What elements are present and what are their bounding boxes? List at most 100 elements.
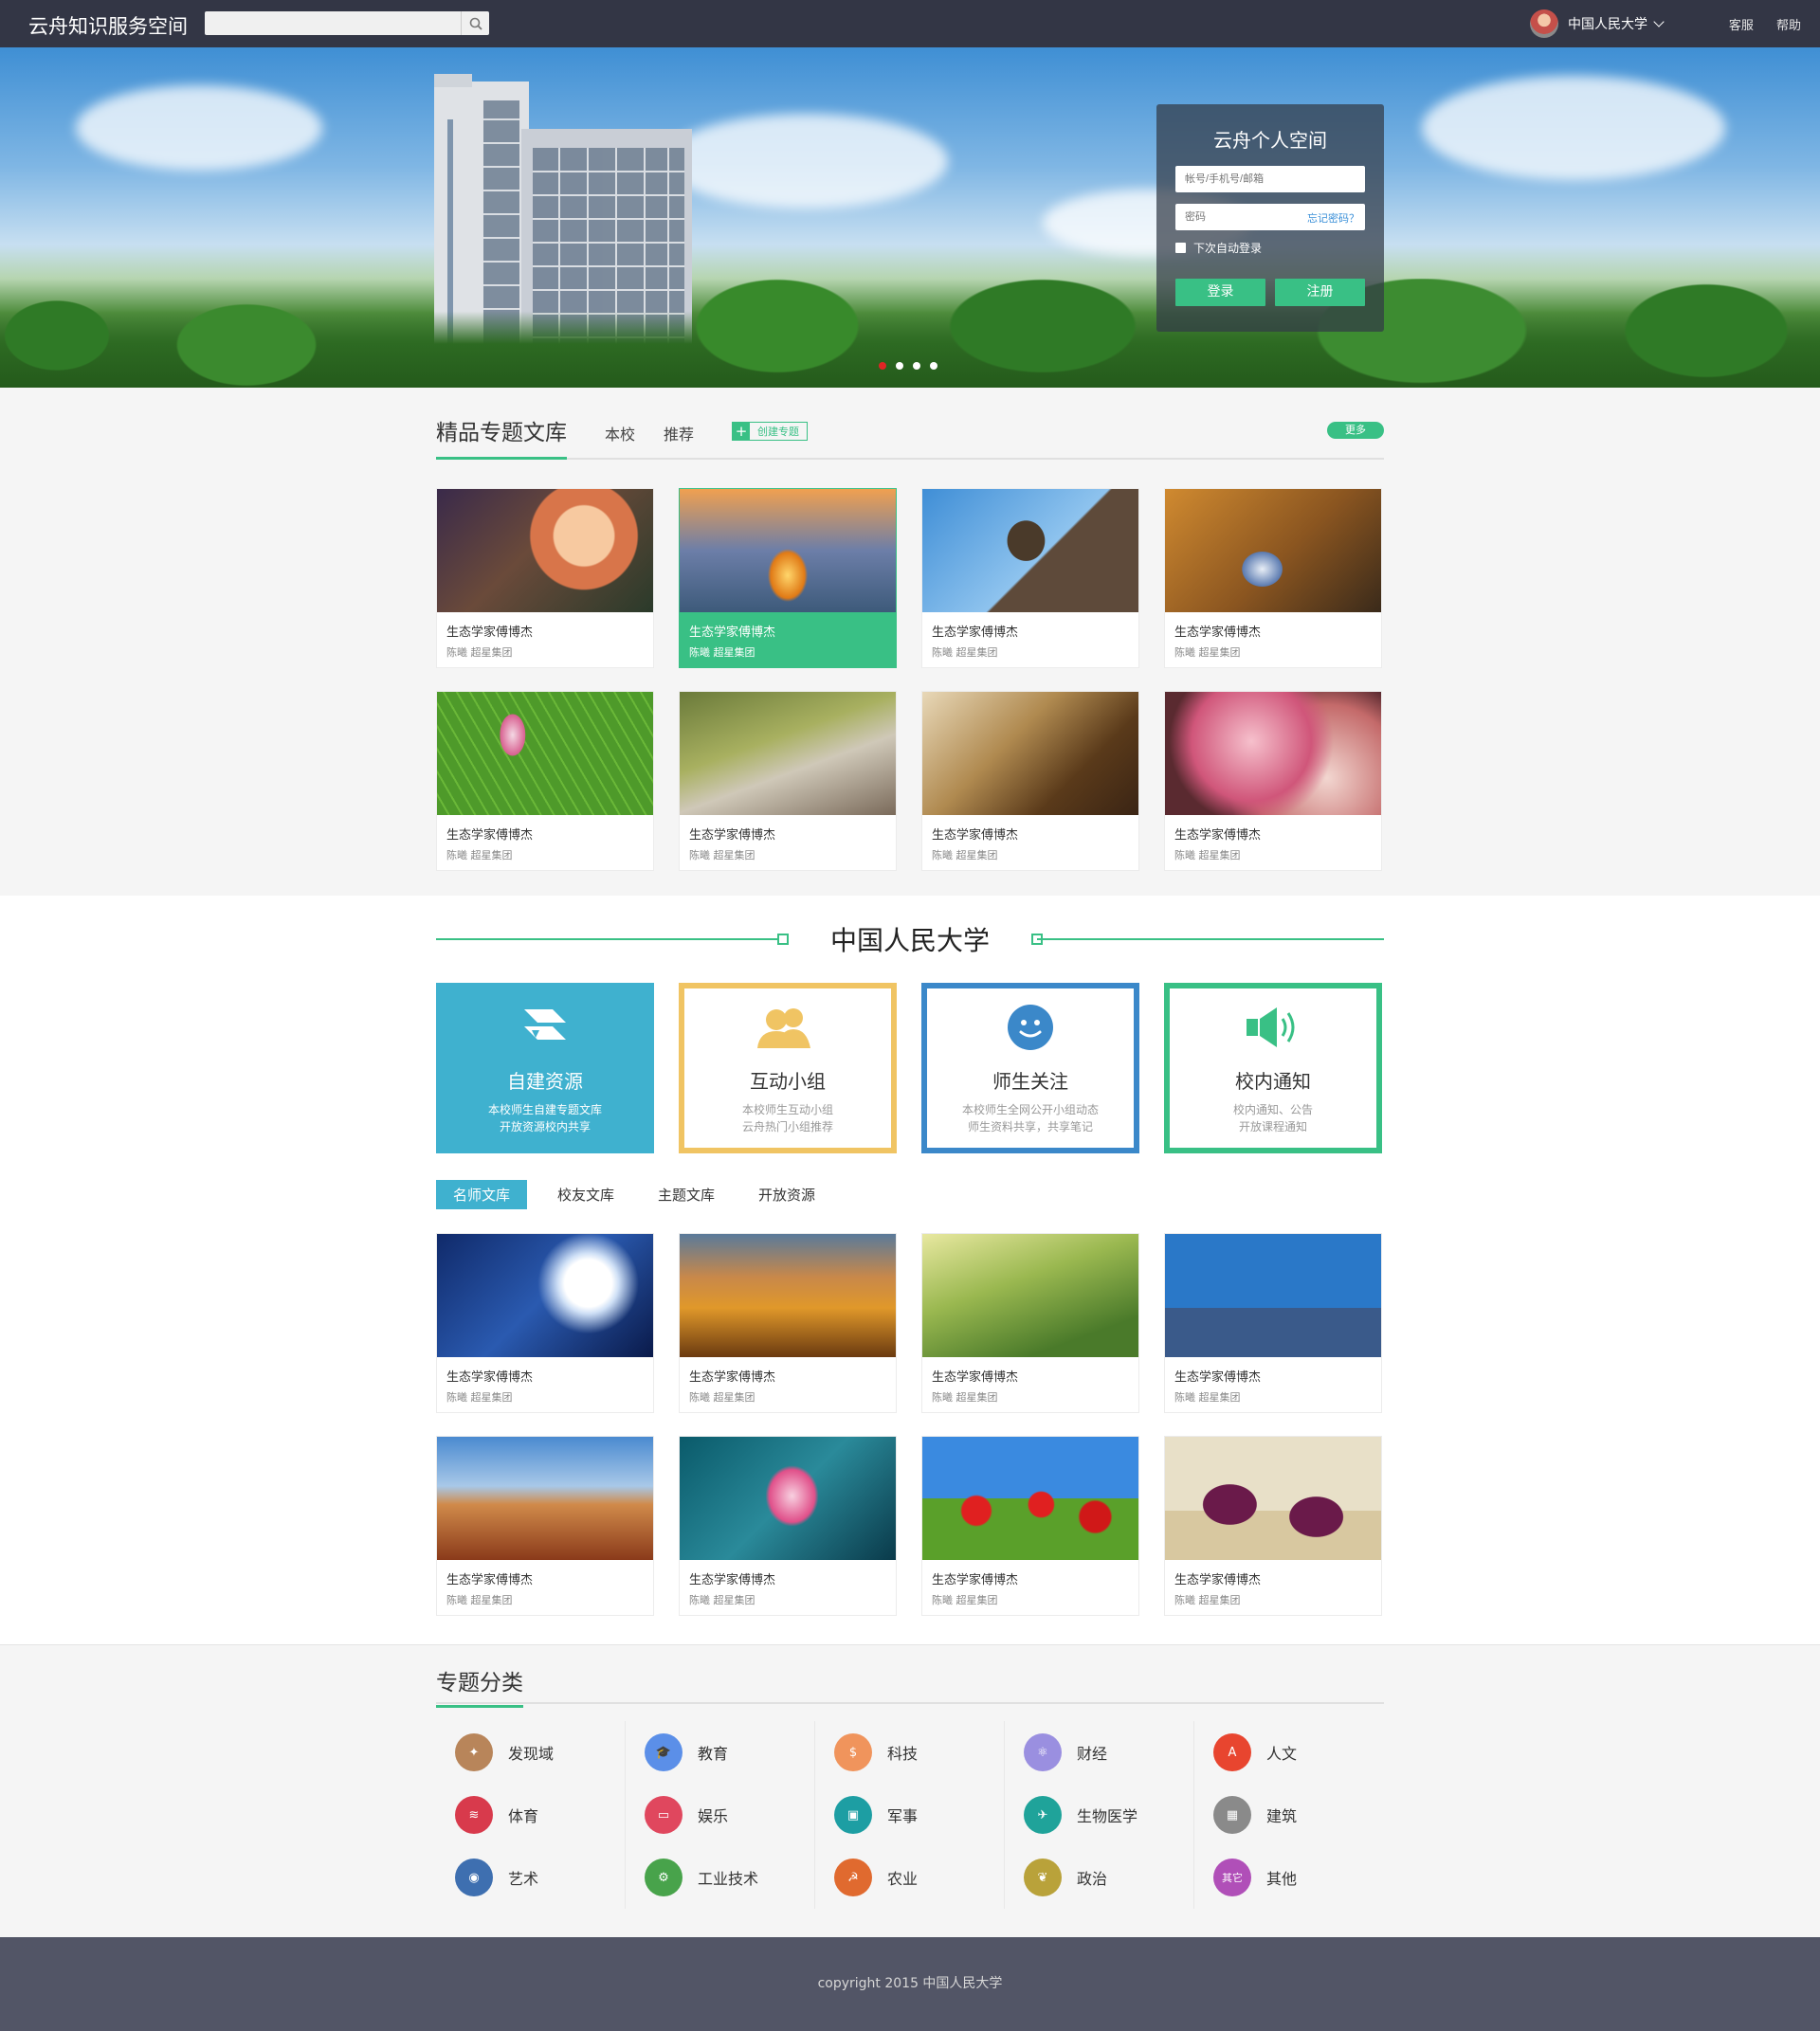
divider-line (436, 938, 783, 940)
category-item[interactable]: ❦ 政治 (1005, 1846, 1194, 1909)
topic-card[interactable]: 生态学家傅博杰 陈曦 超星集团 (436, 1233, 654, 1413)
feature-notices[interactable]: 校内通知 校内通知、公告 开放课程通知 (1164, 983, 1382, 1153)
feature-name: 互动小组 (750, 1070, 826, 1093)
topic-card[interactable]: 生态学家傅博杰 陈曦 超星集团 (1164, 691, 1382, 871)
section-header: 专题分类 (436, 1664, 1384, 1708)
people-icon (684, 1004, 891, 1051)
category-item[interactable]: A 人文 (1194, 1721, 1384, 1784)
category-item[interactable]: ☭ 农业 (815, 1846, 1005, 1909)
category-item[interactable]: ✦ 发现域 (436, 1721, 626, 1784)
category-label: 其他 (1266, 1870, 1298, 1888)
feature-self-resources[interactable]: 自建资源 本校师生自建专题文库 开放资源校内共享 (436, 983, 654, 1153)
create-topic-button[interactable]: + 创建专题 (732, 422, 809, 441)
account-input[interactable] (1175, 166, 1365, 192)
cloud (76, 85, 322, 171)
card-subtitle: 陈曦 超星集团 (1174, 849, 1241, 861)
topic-card[interactable]: 生态学家傅博杰 陈曦 超星集团 (679, 1436, 897, 1616)
carousel-dot[interactable] (879, 362, 886, 370)
card-title: 生态学家傅博杰 (932, 1573, 1019, 1587)
category-item[interactable]: ⚛ 财经 (1005, 1721, 1194, 1784)
category-label: 体育 (508, 1807, 539, 1825)
school-name[interactable]: 中国人民大学 (1568, 14, 1647, 33)
search-button[interactable] (461, 11, 489, 35)
topic-card[interactable]: 生态学家傅博杰 陈曦 超星集团 (436, 1436, 654, 1616)
divider-square (777, 934, 789, 945)
remember-me[interactable]: 下次自动登录 (1175, 240, 1365, 256)
feature-follow[interactable]: 师生关注 本校师生全网公开小组动态 师生资料共享，共享笔记 (921, 983, 1139, 1153)
topic-card[interactable]: 生态学家傅博杰 陈曦 超星集团 (921, 1233, 1139, 1413)
search-box (205, 11, 489, 35)
category-item[interactable]: 🎓 教育 (626, 1721, 815, 1784)
topic-card[interactable]: 生态学家傅博杰 陈曦 超星集团 (1164, 488, 1382, 668)
search-icon (469, 17, 482, 30)
feature-groups[interactable]: 互动小组 本校师生互动小组 云舟热门小组推荐 (679, 983, 897, 1153)
category-item[interactable]: ◉ 艺术 (436, 1846, 626, 1909)
feature-name: 自建资源 (507, 1070, 583, 1093)
remember-label: 下次自动登录 (1193, 242, 1263, 255)
trees (0, 279, 1820, 388)
search-input[interactable] (205, 11, 459, 35)
category-item[interactable]: ⚙ 工业技术 (626, 1846, 815, 1909)
remember-checkbox[interactable] (1175, 243, 1186, 253)
register-button[interactable]: 注册 (1275, 279, 1365, 306)
briefcase-icon: ▣ (834, 1796, 872, 1834)
category-label: 建筑 (1266, 1807, 1298, 1825)
topic-card[interactable]: 生态学家傅博杰 陈曦 超星集团 (436, 488, 654, 668)
category-item[interactable]: ✈ 生物医学 (1005, 1784, 1194, 1846)
category-item[interactable]: 其它 其他 (1194, 1846, 1384, 1909)
card-subtitle: 陈曦 超星集团 (932, 849, 998, 861)
topic-card[interactable]: 生态学家傅博杰 陈曦 超星集团 (921, 1436, 1139, 1616)
cloud (664, 114, 948, 209)
compass-icon: ✦ (455, 1733, 493, 1771)
tab-school[interactable]: 本校 (605, 422, 635, 444)
category-item[interactable]: ≋ 体育 (436, 1784, 626, 1846)
brick-wall-icon: ▦ (1213, 1796, 1251, 1834)
login-button[interactable]: 登录 (1175, 279, 1265, 306)
category-label: 工业技术 (698, 1870, 759, 1888)
topic-card[interactable]: 生态学家傅博杰 陈曦 超星集团 (1164, 1233, 1382, 1413)
site-logo[interactable]: 云舟知识服务空间 (28, 11, 188, 40)
user-menu[interactable]: 中国人民大学 (1530, 9, 1665, 38)
topic-card[interactable]: 生态学家傅博杰 陈曦 超星集团 (1164, 1436, 1382, 1616)
topic-card[interactable]: 生态学家傅博杰 陈曦 超星集团 (679, 1233, 897, 1413)
topic-card[interactable]: 生态学家傅博杰 陈曦 超星集团 (921, 488, 1139, 668)
atom-icon: ⚛ (1024, 1733, 1062, 1771)
topic-card[interactable]: 生态学家傅博杰 陈曦 超星集团 (921, 691, 1139, 871)
category-item[interactable]: $ 科技 (815, 1721, 1005, 1784)
card-image (437, 1437, 653, 1560)
category-section: 专题分类 ✦ 发现域 🎓 教育 $ 科技 ⚛ 财经 A 人文 ≋ 体育 ▭ 娱乐 ▣ 军事 ✈ 生物医学 ▦ 建筑 ◉ 艺… (0, 1644, 1820, 1937)
tab-recommend[interactable]: 推荐 (664, 422, 694, 444)
avatar[interactable] (1530, 9, 1558, 38)
carousel-dot[interactable] (930, 362, 937, 370)
chevron-down-icon[interactable] (1653, 16, 1665, 27)
category-label: 发现域 (508, 1745, 555, 1763)
card-title: 生态学家傅博杰 (1174, 1370, 1262, 1385)
category-label: 政治 (1077, 1870, 1108, 1888)
tab-alumni[interactable]: 校友文库 (557, 1185, 614, 1205)
help-link[interactable]: 帮助 (1776, 19, 1801, 33)
card-subtitle: 陈曦 超星集团 (689, 1391, 755, 1404)
category-label: 农业 (887, 1870, 919, 1888)
card-image (680, 1437, 896, 1560)
topic-card[interactable]: 生态学家傅博杰 陈曦 超星集团 (679, 691, 897, 871)
card-image (1165, 1234, 1381, 1357)
more-button[interactable]: 更多 (1327, 422, 1384, 439)
tab-famous-teachers[interactable]: 名师文库 (436, 1179, 528, 1209)
topic-card[interactable]: 生态学家傅博杰 陈曦 超星集团 (679, 488, 897, 668)
tab-open-resources[interactable]: 开放资源 (758, 1185, 815, 1205)
login-panel: 云舟个人空间 忘记密码？ 下次自动登录 登录 注册 (1156, 104, 1384, 332)
forgot-password-link[interactable]: 忘记密码？ (1307, 210, 1359, 226)
category-item[interactable]: ▣ 军事 (815, 1784, 1005, 1846)
category-item[interactable]: ▭ 娱乐 (626, 1784, 815, 1846)
card-title: 生态学家傅博杰 (446, 1573, 534, 1587)
card-subtitle: 陈曦 超星集团 (1174, 646, 1241, 659)
topic-card[interactable]: 生态学家傅博杰 陈曦 超星集团 (436, 691, 654, 871)
tab-topics[interactable]: 主题文库 (658, 1185, 715, 1205)
customer-service-link[interactable]: 客服 (1729, 19, 1754, 33)
carousel-dot[interactable] (896, 362, 903, 370)
card-image (680, 489, 896, 612)
category-item[interactable]: ▦ 建筑 (1194, 1784, 1384, 1846)
carousel-dot[interactable] (913, 362, 920, 370)
card-title: 生态学家傅博杰 (446, 828, 534, 843)
graduation-cap-icon: 🎓 (645, 1733, 682, 1771)
